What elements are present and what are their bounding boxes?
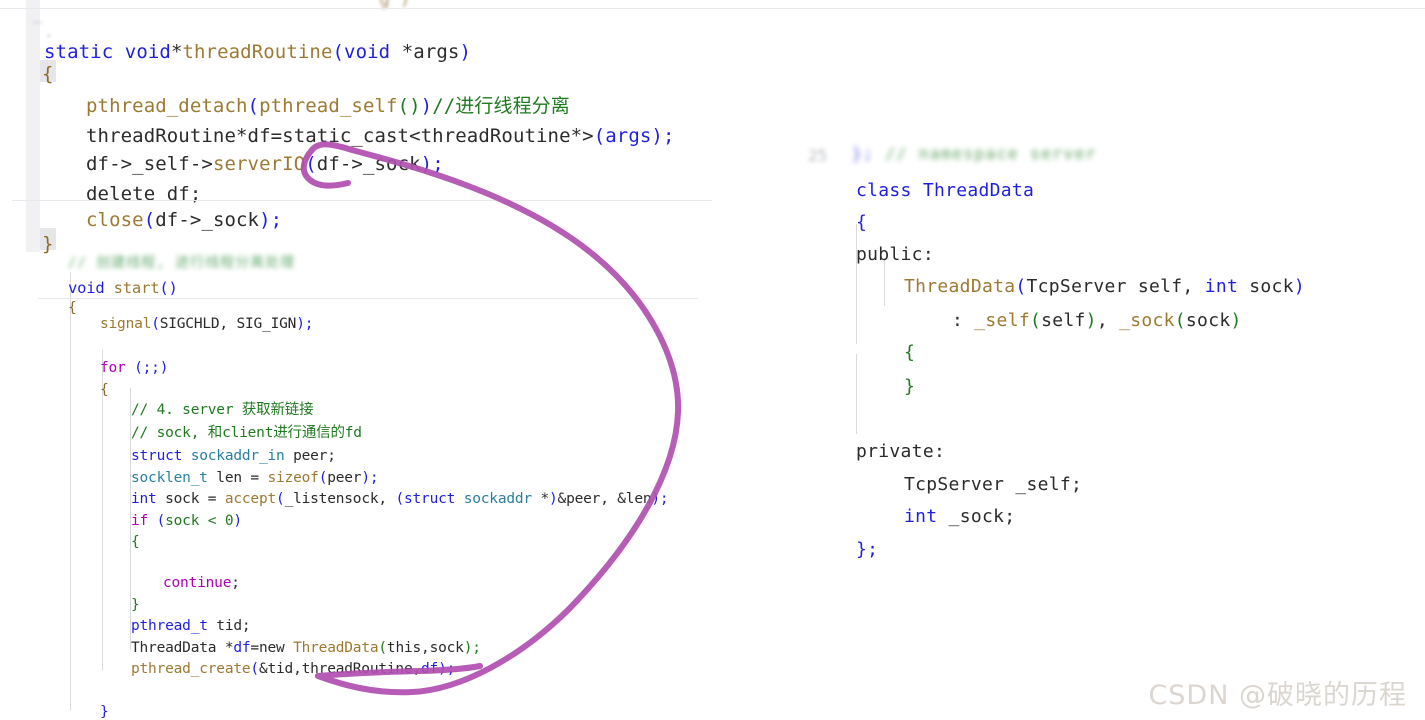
token-keyword-static: static bbox=[44, 41, 114, 63]
right-code-panel[interactable]: }; // namespace server 25 class ThreadDa… bbox=[806, 140, 1425, 560]
indent-guide-outer bbox=[70, 272, 71, 710]
code-line-open-brace-1[interactable]: { bbox=[42, 58, 54, 91]
right-indent-guide-2 bbox=[856, 354, 857, 434]
token-function-threadroutine: threadRoutine bbox=[182, 41, 333, 63]
fold-marker-top: — bbox=[33, 12, 43, 31]
token-comment-detach: //进行线程分离 bbox=[432, 95, 570, 117]
code-line-private[interactable]: private: bbox=[856, 435, 945, 469]
code-line-signal[interactable]: signal(SIGCHLD, SIG_IGN); bbox=[100, 312, 313, 338]
blurred-line-number-25: 25 bbox=[808, 146, 828, 165]
token-keyword-void: void bbox=[124, 41, 171, 63]
code-line-for[interactable]: for (;;) bbox=[100, 356, 168, 382]
code-line-ctor-signature[interactable]: ThreadData(TcpServer self, int sock) bbox=[904, 270, 1305, 304]
code-line-static-threadroutine[interactable]: static void*threadRoutine(void *args) bbox=[44, 36, 471, 69]
code-line-ctor-close-brace[interactable]: } bbox=[904, 370, 915, 404]
top-divider bbox=[0, 8, 1425, 9]
code-line-if-sock[interactable]: if (sock < 0) bbox=[131, 509, 242, 535]
code-comment-sock-client-fd[interactable]: // sock, 和client进行通信的fd bbox=[131, 421, 362, 447]
code-line-init-list[interactable]: : _self(self), _sock(sock) bbox=[952, 304, 1242, 338]
csdn-watermark: CSDN @破晓的历程 bbox=[1148, 673, 1407, 712]
code-line-open-brace-2[interactable]: { bbox=[68, 296, 77, 322]
code-line-close-brace-1[interactable]: } bbox=[42, 228, 54, 261]
fold-gutter[interactable] bbox=[26, 0, 40, 252]
code-line-serverio[interactable]: df->_self->serverIO(df->_sock); bbox=[86, 148, 444, 181]
code-line-ctor-open-brace[interactable]: { bbox=[904, 336, 915, 370]
code-line-open-brace-4[interactable]: { bbox=[131, 530, 140, 556]
code-line-close-sock[interactable]: close(df->_sock); bbox=[86, 204, 282, 237]
code-line-pthread-create[interactable]: pthread_create(&tid,threadRoutine,df); bbox=[131, 657, 455, 683]
code-line-class-threaddata[interactable]: class ThreadData bbox=[856, 174, 1034, 208]
code-line-class-open-brace[interactable]: { bbox=[856, 206, 867, 240]
code-line-pthread-detach[interactable]: pthread_detach(pthread_self())//进行线程分离 bbox=[86, 90, 570, 123]
code-line-member-self[interactable]: TcpServer _self; bbox=[904, 468, 1082, 502]
code-line-member-sock[interactable]: int _sock; bbox=[904, 500, 1015, 534]
code-line-open-brace-3[interactable]: { bbox=[100, 378, 109, 404]
code-line-class-close[interactable]: }; bbox=[856, 533, 878, 567]
line-divider-a bbox=[12, 200, 712, 201]
blurred-comment-line: // 创建线程, 进行线程分离处理 bbox=[68, 255, 296, 271]
blurred-namespace-line: }; // namespace server bbox=[852, 144, 1097, 163]
code-line-continue[interactable]: continue; bbox=[163, 571, 240, 597]
watermark-text: CSDN @破晓的历程 bbox=[1148, 680, 1407, 711]
code-line-close-brace-3[interactable]: } bbox=[100, 700, 109, 720]
code-line-public[interactable]: public: bbox=[856, 238, 934, 272]
screenshot-root: ` g ) — . static void*threadRoutine(void… bbox=[0, 0, 1425, 720]
left-code-panel[interactable]: ` g ) — . static void*threadRoutine(void… bbox=[0, 0, 1425, 720]
code-comment-server-new-link[interactable]: // 4. server 获取新链接 bbox=[131, 398, 314, 424]
line-divider-b bbox=[38, 298, 698, 299]
